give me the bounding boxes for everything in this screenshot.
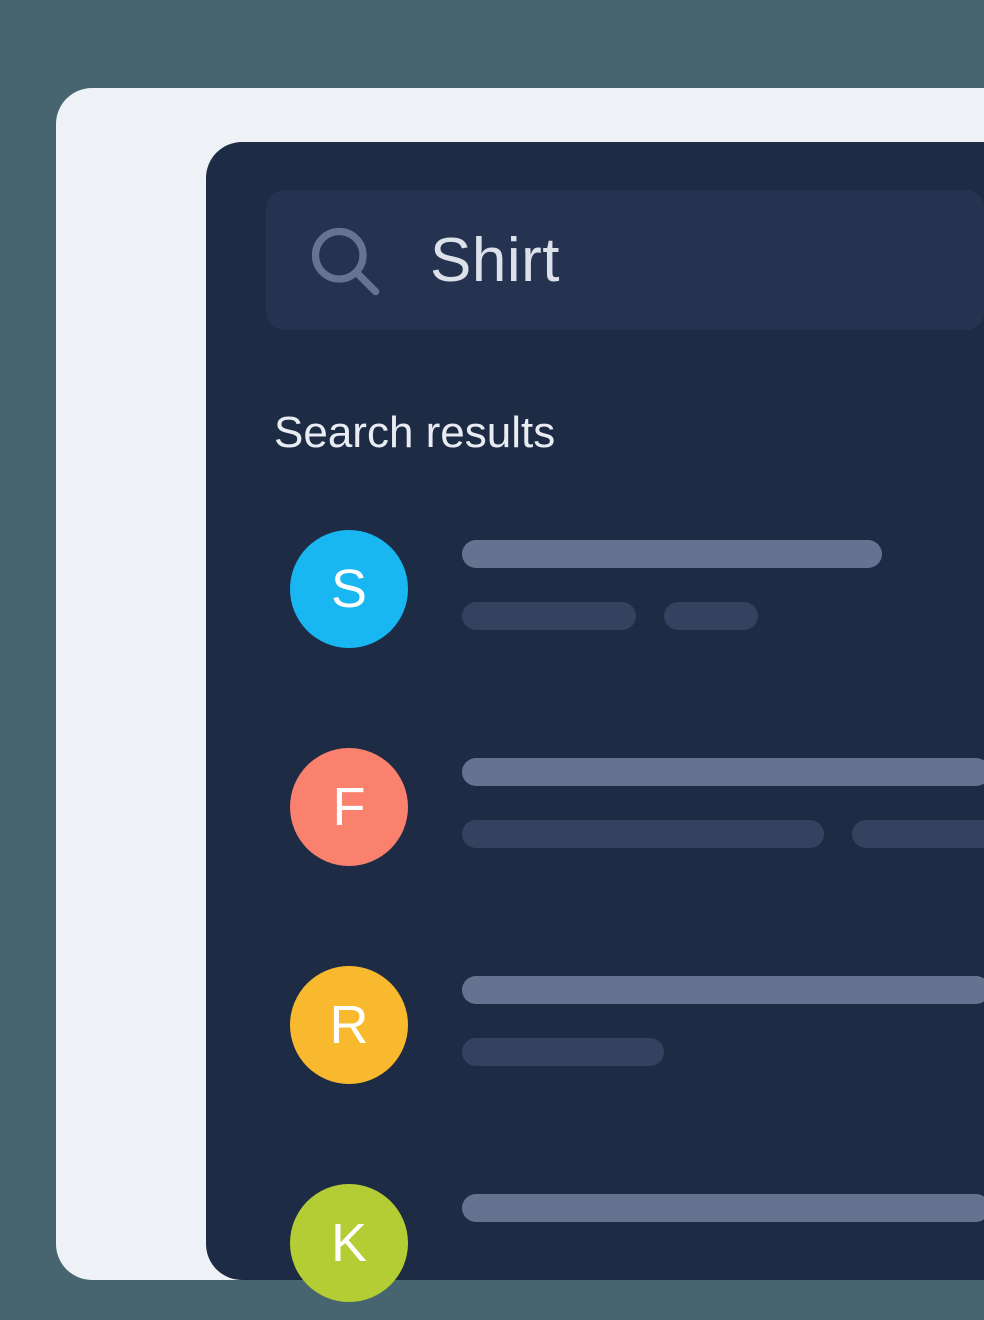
result-content <box>462 966 984 1066</box>
result-content <box>462 748 984 848</box>
placeholder-line <box>462 820 824 848</box>
placeholder-line <box>462 540 882 568</box>
placeholder-line <box>664 602 758 630</box>
avatar: F <box>290 748 408 866</box>
result-item[interactable]: K <box>290 1184 984 1302</box>
result-content <box>462 530 984 630</box>
result-content <box>462 1184 984 1222</box>
avatar: S <box>290 530 408 648</box>
search-bar[interactable]: Shirt <box>266 190 984 330</box>
result-item[interactable]: S <box>290 530 984 648</box>
avatar: K <box>290 1184 408 1302</box>
placeholder-line <box>462 976 984 1004</box>
placeholder-line <box>462 1194 984 1222</box>
result-item[interactable]: F <box>290 748 984 866</box>
result-item[interactable]: R <box>290 966 984 1084</box>
placeholder-line <box>462 1038 664 1066</box>
results-list: S F <box>266 530 984 1302</box>
search-panel: Shirt Search results S F <box>206 142 984 1280</box>
placeholder-line <box>462 602 636 630</box>
search-input[interactable]: Shirt <box>430 225 560 296</box>
placeholder-line <box>852 820 984 848</box>
avatar: R <box>290 966 408 1084</box>
results-heading: Search results <box>274 408 984 458</box>
search-icon <box>306 222 382 298</box>
placeholder-line <box>462 758 984 786</box>
